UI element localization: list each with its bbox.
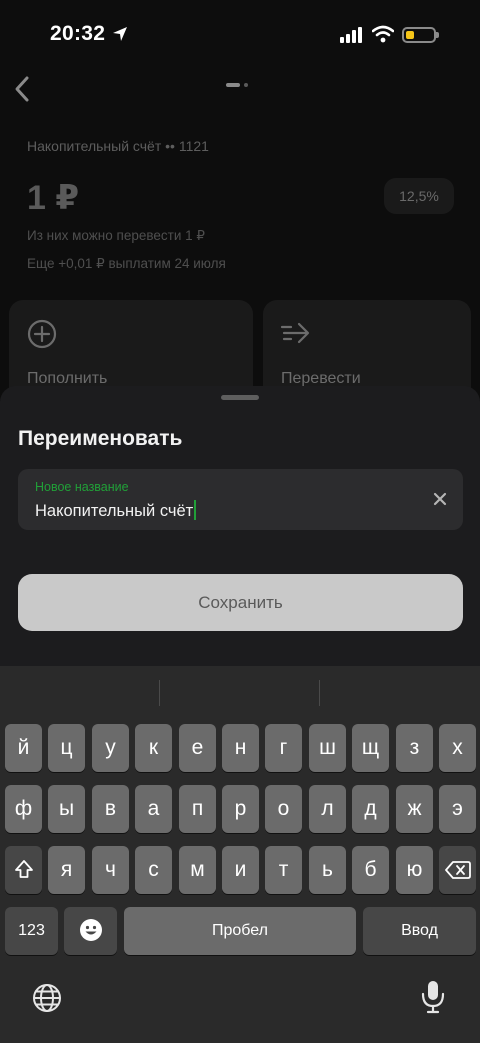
- emoji-icon: [79, 919, 102, 941]
- sheet-grabber[interactable]: [221, 395, 259, 400]
- battery-icon: [402, 27, 439, 43]
- shift-key[interactable]: [5, 846, 42, 894]
- key-letter[interactable]: л: [309, 785, 346, 833]
- back-arrow-icon[interactable]: [12, 74, 32, 104]
- key-letter[interactable]: м: [179, 846, 216, 894]
- key-letter[interactable]: э: [439, 785, 476, 833]
- available-text: Из них можно перевести 1 ₽: [27, 228, 205, 243]
- key-letter[interactable]: н: [222, 724, 259, 772]
- key-letter[interactable]: и: [222, 846, 259, 894]
- key-letter[interactable]: р: [222, 785, 259, 833]
- key-letter[interactable]: б: [352, 846, 389, 894]
- numbers-key[interactable]: 123: [5, 907, 58, 955]
- key-letter[interactable]: о: [265, 785, 302, 833]
- emoji-key[interactable]: [64, 907, 117, 955]
- key-letter[interactable]: г: [265, 724, 302, 772]
- field-label: Новое название: [35, 480, 129, 494]
- account-page: Накопительный счёт •• 1121 1 ₽ 12,5% Из …: [0, 70, 480, 420]
- sheet-title: Переименовать: [18, 427, 183, 450]
- cellular-signal-icon: [340, 27, 362, 43]
- page-indicator: [226, 83, 248, 87]
- key-letter[interactable]: ф: [5, 785, 42, 833]
- shift-icon: [14, 860, 33, 878]
- key-letter[interactable]: ц: [48, 724, 85, 772]
- key-letter[interactable]: а: [135, 785, 172, 833]
- backspace-key[interactable]: [439, 846, 476, 894]
- key-letter[interactable]: х: [439, 724, 476, 772]
- key-letter[interactable]: д: [352, 785, 389, 833]
- key-letter[interactable]: в: [92, 785, 129, 833]
- key-letter[interactable]: ж: [396, 785, 433, 833]
- key-letter[interactable]: з: [396, 724, 433, 772]
- account-balance: 1 ₽: [27, 179, 80, 217]
- key-letter[interactable]: ч: [92, 846, 129, 894]
- status-bar: 20:32: [0, 0, 480, 70]
- key-letter[interactable]: т: [265, 846, 302, 894]
- key-letter[interactable]: п: [179, 785, 216, 833]
- new-name-field[interactable]: Новое название Накопительный счёт: [18, 469, 463, 530]
- rename-sheet: Переименовать Новое название Накопительн…: [0, 386, 480, 686]
- key-letter[interactable]: ы: [48, 785, 85, 833]
- key-letter[interactable]: ю: [396, 846, 433, 894]
- microphone-icon[interactable]: [420, 979, 446, 1015]
- return-key[interactable]: Ввод: [363, 907, 476, 955]
- key-letter[interactable]: щ: [352, 724, 389, 772]
- backspace-icon: [444, 861, 471, 879]
- account-name: Накопительный счёт •• 1121: [27, 138, 209, 154]
- rate-badge[interactable]: 12,5%: [384, 178, 454, 214]
- keyboard: й ц у к е н г ш щ з х ф ы в а п р о л д …: [0, 666, 480, 1043]
- key-letter[interactable]: й: [5, 724, 42, 772]
- interest-text: Еще +0,01 ₽ выплатим 24 июля: [27, 256, 226, 271]
- suggestion-divider: [159, 680, 160, 706]
- transfer-arrow-icon: [280, 322, 310, 344]
- field-value[interactable]: Накопительный счёт: [35, 500, 197, 521]
- text-cursor: [194, 500, 197, 520]
- space-key[interactable]: Пробел: [124, 907, 356, 955]
- suggestion-divider: [319, 680, 320, 706]
- key-letter[interactable]: у: [92, 724, 129, 772]
- key-letter[interactable]: к: [135, 724, 172, 772]
- location-arrow-icon: [113, 27, 127, 41]
- field-text: Накопительный счёт: [35, 502, 194, 520]
- key-letter[interactable]: ш: [309, 724, 346, 772]
- status-time: 20:32: [50, 22, 106, 45]
- key-letter[interactable]: с: [135, 846, 172, 894]
- globe-icon[interactable]: [31, 982, 63, 1014]
- clear-icon[interactable]: [431, 490, 449, 508]
- key-letter[interactable]: ь: [309, 846, 346, 894]
- plus-circle-icon: [27, 319, 57, 349]
- save-button[interactable]: Сохранить: [18, 574, 463, 631]
- key-letter[interactable]: я: [48, 846, 85, 894]
- key-letter[interactable]: е: [179, 724, 216, 772]
- wifi-icon: [372, 25, 394, 43]
